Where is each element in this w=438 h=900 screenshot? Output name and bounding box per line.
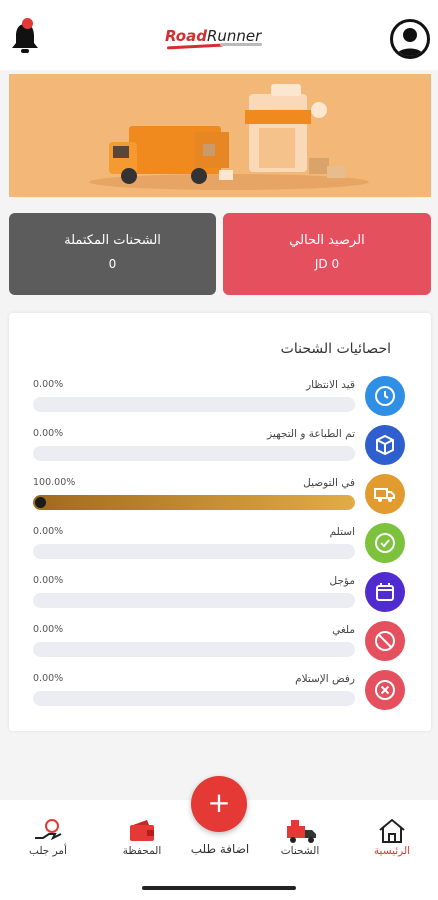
stat-percent: 0.00% [33,526,64,537]
x-circle-icon [365,670,405,710]
roadrunner-logo: RoadRunner [165,26,275,56]
nav-pickup-order[interactable]: أمر جلب [8,818,88,868]
stat-label: تم الطباعة و التجهيز [267,428,355,440]
stat-row-delivering[interactable]: في التوصيل 100.00% [9,474,431,519]
stat-percent: 0.00% [33,575,64,586]
stats-title: احصائيات الشحنات [280,341,391,357]
box-icon [365,425,405,465]
truck-icon [365,474,405,514]
stat-label: رفض الإستلام [295,673,355,685]
promo-banner [9,74,431,197]
progress-track [33,642,355,657]
progress-track [33,593,355,608]
balance-value: JD 0 [314,257,340,271]
stat-row-rejected[interactable]: رفض الإستلام 0.00% [9,670,431,715]
app-header: RoadRunner [0,0,438,70]
shipment-stats-panel: احصائيات الشحنات قيد الانتظار 0.00% تم ا… [9,313,431,731]
add-order-label: اضافة طلب [190,842,250,856]
wallet-icon [130,820,154,841]
home-icon [379,818,405,843]
balance-title: الرصيد الحالي [289,233,365,248]
nav-home-label: الرئيسية [373,845,411,857]
stat-row-cancelled[interactable]: ملغي 0.00% [9,621,431,666]
check-circle-icon [365,523,405,563]
home-indicator [142,886,296,890]
stat-percent: 0.00% [33,428,64,439]
delivery-truck-icon [287,820,316,843]
progress-track [33,544,355,559]
completed-value: 0 [108,257,117,271]
nav-home[interactable]: الرئيسية [352,818,432,868]
notification-dot [22,18,33,29]
stat-label: في التوصيل [303,477,355,489]
stat-row-postponed[interactable]: مؤجل 0.00% [9,572,431,617]
current-balance-card[interactable]: الرصيد الحالي JD 0 [223,213,431,295]
stat-percent: 0.00% [33,624,64,635]
stat-row-printed[interactable]: تم الطباعة و التجهيز 0.00% [9,425,431,470]
add-order-button[interactable]: + [191,776,247,832]
notifications-bell-icon[interactable] [8,18,42,56]
clock-icon [365,376,405,416]
stat-label: مؤجل [329,575,356,587]
calendar-icon [365,572,405,612]
stat-percent: 0.00% [33,673,64,684]
stat-row-pending[interactable]: قيد الانتظار 0.00% [9,376,431,421]
stat-label: استلم [329,526,355,538]
stat-label: ملغي [332,624,355,636]
progress-knob [35,497,46,508]
stat-row-received[interactable]: استلم 0.00% [9,523,431,568]
completed-shipments-card[interactable]: الشحنات المكتملة 0 [9,213,216,295]
progress-track [33,397,355,412]
stat-percent: 100.00% [33,477,76,488]
progress-fill [33,495,355,510]
progress-track [33,495,355,510]
pickup-hand-icon [35,819,62,841]
progress-track [33,691,355,706]
user-avatar-icon[interactable] [390,19,430,59]
progress-track [33,446,355,461]
stat-label: قيد الانتظار [306,379,355,391]
completed-title: الشحنات المكتملة [64,233,161,248]
nav-pickup-label: أمر جلب [29,845,67,857]
stat-percent: 0.00% [33,379,64,390]
ban-icon [365,621,405,661]
